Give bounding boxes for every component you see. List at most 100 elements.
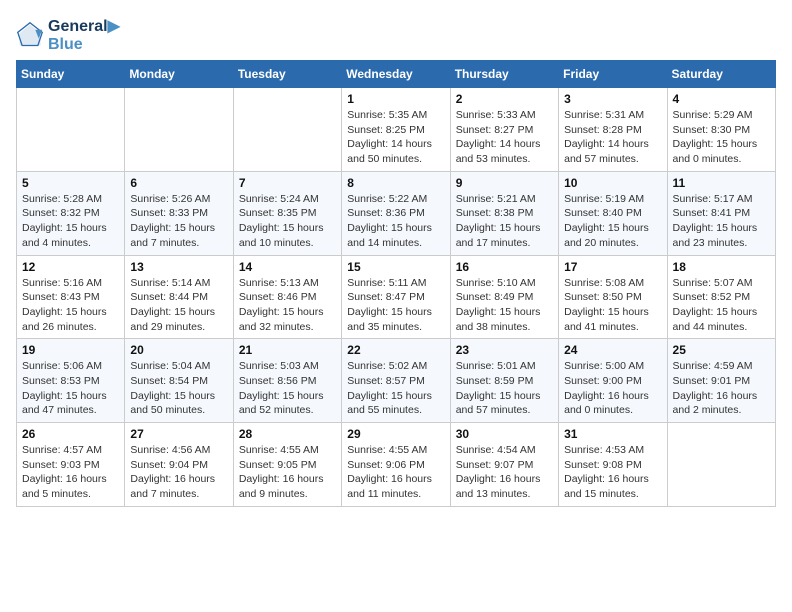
calendar-cell: 11 Sunrise: 5:17 AMSunset: 8:41 PMDayligh… (667, 171, 775, 255)
day-number: 31 (564, 427, 661, 441)
weekday-header: Friday (559, 61, 667, 88)
calendar-cell (667, 423, 775, 507)
day-number: 10 (564, 176, 661, 190)
day-info: Sunrise: 4:57 AMSunset: 9:03 PMDaylight:… (22, 443, 119, 502)
day-number: 30 (456, 427, 553, 441)
calendar-cell: 8 Sunrise: 5:22 AMSunset: 8:36 PMDaylight… (342, 171, 450, 255)
day-info: Sunrise: 5:28 AMSunset: 8:32 PMDaylight:… (22, 192, 119, 251)
calendar-cell: 29 Sunrise: 4:55 AMSunset: 9:06 PMDayligh… (342, 423, 450, 507)
weekday-header: Sunday (17, 61, 125, 88)
day-number: 12 (22, 260, 119, 274)
weekday-header: Thursday (450, 61, 558, 88)
day-number: 25 (673, 343, 770, 357)
calendar-cell: 19 Sunrise: 5:06 AMSunset: 8:53 PMDayligh… (17, 339, 125, 423)
calendar-cell: 24 Sunrise: 5:00 AMSunset: 9:00 PMDayligh… (559, 339, 667, 423)
day-number: 18 (673, 260, 770, 274)
calendar-cell: 27 Sunrise: 4:56 AMSunset: 9:04 PMDayligh… (125, 423, 233, 507)
day-info: Sunrise: 5:08 AMSunset: 8:50 PMDaylight:… (564, 276, 661, 335)
day-number: 16 (456, 260, 553, 274)
calendar: SundayMondayTuesdayWednesdayThursdayFrid… (16, 60, 776, 507)
day-number: 6 (130, 176, 227, 190)
day-info: Sunrise: 5:31 AMSunset: 8:28 PMDaylight:… (564, 108, 661, 167)
day-number: 23 (456, 343, 553, 357)
day-number: 14 (239, 260, 336, 274)
day-info: Sunrise: 5:04 AMSunset: 8:54 PMDaylight:… (130, 359, 227, 418)
day-number: 29 (347, 427, 444, 441)
calendar-cell: 4 Sunrise: 5:29 AMSunset: 8:30 PMDaylight… (667, 88, 775, 172)
day-info: Sunrise: 5:00 AMSunset: 9:00 PMDaylight:… (564, 359, 661, 418)
calendar-cell: 14 Sunrise: 5:13 AMSunset: 8:46 PMDayligh… (233, 255, 341, 339)
calendar-cell: 15 Sunrise: 5:11 AMSunset: 8:47 PMDayligh… (342, 255, 450, 339)
day-info: Sunrise: 4:55 AMSunset: 9:06 PMDaylight:… (347, 443, 444, 502)
day-number: 13 (130, 260, 227, 274)
logo-text: General▶ Blue (48, 16, 120, 54)
calendar-cell: 31 Sunrise: 4:53 AMSunset: 9:08 PMDayligh… (559, 423, 667, 507)
day-info: Sunrise: 4:53 AMSunset: 9:08 PMDaylight:… (564, 443, 661, 502)
calendar-cell: 1 Sunrise: 5:35 AMSunset: 8:25 PMDaylight… (342, 88, 450, 172)
calendar-cell: 6 Sunrise: 5:26 AMSunset: 8:33 PMDaylight… (125, 171, 233, 255)
day-number: 19 (22, 343, 119, 357)
header: General▶ Blue (16, 16, 776, 54)
day-number: 3 (564, 92, 661, 106)
day-info: Sunrise: 5:22 AMSunset: 8:36 PMDaylight:… (347, 192, 444, 251)
calendar-cell: 25 Sunrise: 4:59 AMSunset: 9:01 PMDayligh… (667, 339, 775, 423)
day-number: 8 (347, 176, 444, 190)
calendar-cell: 28 Sunrise: 4:55 AMSunset: 9:05 PMDayligh… (233, 423, 341, 507)
day-info: Sunrise: 5:03 AMSunset: 8:56 PMDaylight:… (239, 359, 336, 418)
day-number: 15 (347, 260, 444, 274)
calendar-cell: 3 Sunrise: 5:31 AMSunset: 8:28 PMDaylight… (559, 88, 667, 172)
day-number: 26 (22, 427, 119, 441)
day-info: Sunrise: 5:13 AMSunset: 8:46 PMDaylight:… (239, 276, 336, 335)
day-number: 27 (130, 427, 227, 441)
day-info: Sunrise: 4:59 AMSunset: 9:01 PMDaylight:… (673, 359, 770, 418)
day-number: 22 (347, 343, 444, 357)
calendar-cell: 2 Sunrise: 5:33 AMSunset: 8:27 PMDaylight… (450, 88, 558, 172)
day-info: Sunrise: 4:56 AMSunset: 9:04 PMDaylight:… (130, 443, 227, 502)
calendar-cell (233, 88, 341, 172)
day-number: 5 (22, 176, 119, 190)
logo: General▶ Blue (16, 16, 120, 54)
calendar-cell: 22 Sunrise: 5:02 AMSunset: 8:57 PMDayligh… (342, 339, 450, 423)
day-info: Sunrise: 5:26 AMSunset: 8:33 PMDaylight:… (130, 192, 227, 251)
day-info: Sunrise: 5:02 AMSunset: 8:57 PMDaylight:… (347, 359, 444, 418)
day-info: Sunrise: 5:35 AMSunset: 8:25 PMDaylight:… (347, 108, 444, 167)
day-info: Sunrise: 5:21 AMSunset: 8:38 PMDaylight:… (456, 192, 553, 251)
day-number: 9 (456, 176, 553, 190)
day-number: 11 (673, 176, 770, 190)
calendar-cell: 23 Sunrise: 5:01 AMSunset: 8:59 PMDayligh… (450, 339, 558, 423)
day-number: 17 (564, 260, 661, 274)
day-info: Sunrise: 5:24 AMSunset: 8:35 PMDaylight:… (239, 192, 336, 251)
weekday-header: Monday (125, 61, 233, 88)
calendar-cell: 16 Sunrise: 5:10 AMSunset: 8:49 PMDayligh… (450, 255, 558, 339)
day-info: Sunrise: 5:01 AMSunset: 8:59 PMDaylight:… (456, 359, 553, 418)
day-info: Sunrise: 4:55 AMSunset: 9:05 PMDaylight:… (239, 443, 336, 502)
day-info: Sunrise: 5:07 AMSunset: 8:52 PMDaylight:… (673, 276, 770, 335)
calendar-cell: 18 Sunrise: 5:07 AMSunset: 8:52 PMDayligh… (667, 255, 775, 339)
day-info: Sunrise: 5:29 AMSunset: 8:30 PMDaylight:… (673, 108, 770, 167)
calendar-cell: 12 Sunrise: 5:16 AMSunset: 8:43 PMDayligh… (17, 255, 125, 339)
day-info: Sunrise: 4:54 AMSunset: 9:07 PMDaylight:… (456, 443, 553, 502)
day-info: Sunrise: 5:16 AMSunset: 8:43 PMDaylight:… (22, 276, 119, 335)
day-info: Sunrise: 5:33 AMSunset: 8:27 PMDaylight:… (456, 108, 553, 167)
calendar-cell: 9 Sunrise: 5:21 AMSunset: 8:38 PMDaylight… (450, 171, 558, 255)
day-number: 2 (456, 92, 553, 106)
day-info: Sunrise: 5:17 AMSunset: 8:41 PMDaylight:… (673, 192, 770, 251)
calendar-cell (125, 88, 233, 172)
day-number: 24 (564, 343, 661, 357)
day-info: Sunrise: 5:19 AMSunset: 8:40 PMDaylight:… (564, 192, 661, 251)
day-number: 1 (347, 92, 444, 106)
day-number: 7 (239, 176, 336, 190)
day-info: Sunrise: 5:11 AMSunset: 8:47 PMDaylight:… (347, 276, 444, 335)
calendar-cell: 5 Sunrise: 5:28 AMSunset: 8:32 PMDaylight… (17, 171, 125, 255)
day-number: 28 (239, 427, 336, 441)
day-info: Sunrise: 5:06 AMSunset: 8:53 PMDaylight:… (22, 359, 119, 418)
calendar-cell: 20 Sunrise: 5:04 AMSunset: 8:54 PMDayligh… (125, 339, 233, 423)
calendar-cell: 10 Sunrise: 5:19 AMSunset: 8:40 PMDayligh… (559, 171, 667, 255)
day-info: Sunrise: 5:10 AMSunset: 8:49 PMDaylight:… (456, 276, 553, 335)
logo-icon (16, 21, 44, 49)
day-number: 4 (673, 92, 770, 106)
calendar-cell: 13 Sunrise: 5:14 AMSunset: 8:44 PMDayligh… (125, 255, 233, 339)
day-number: 20 (130, 343, 227, 357)
day-info: Sunrise: 5:14 AMSunset: 8:44 PMDaylight:… (130, 276, 227, 335)
weekday-header: Wednesday (342, 61, 450, 88)
